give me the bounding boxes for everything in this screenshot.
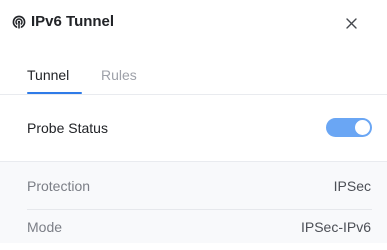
protection-label: Protection <box>27 178 91 194</box>
active-tab-indicator <box>27 92 82 94</box>
detail-row-protection: Protection IPSec <box>27 169 372 210</box>
mode-value: IPSec-IPv6 <box>300 219 371 235</box>
panel-header: IPv6 Tunnel <box>0 0 387 44</box>
close-icon <box>345 17 357 29</box>
toggle-knob <box>355 120 370 135</box>
tunnel-details: Protection IPSec Mode IPSec-IPv6 <box>0 162 387 243</box>
probe-status-label: Probe Status <box>27 120 108 136</box>
ipv6-tunnel-panel: IPv6 Tunnel Tunnel Rules Probe Status Pr… <box>0 0 387 243</box>
probe-status-row: Probe Status <box>0 95 387 162</box>
mode-label: Mode <box>27 219 63 235</box>
probe-status-toggle[interactable] <box>326 118 372 137</box>
broadcast-signal-icon <box>12 15 26 29</box>
tab-rules[interactable]: Rules <box>101 67 137 84</box>
panel-title: IPv6 Tunnel <box>31 13 115 30</box>
tab-tunnel[interactable]: Tunnel <box>27 67 69 84</box>
tab-bar: Tunnel Rules <box>0 64 387 95</box>
detail-row-mode: Mode IPSec-IPv6 <box>27 210 372 250</box>
close-button[interactable] <box>340 12 362 34</box>
protection-value: IPSec <box>333 178 371 194</box>
